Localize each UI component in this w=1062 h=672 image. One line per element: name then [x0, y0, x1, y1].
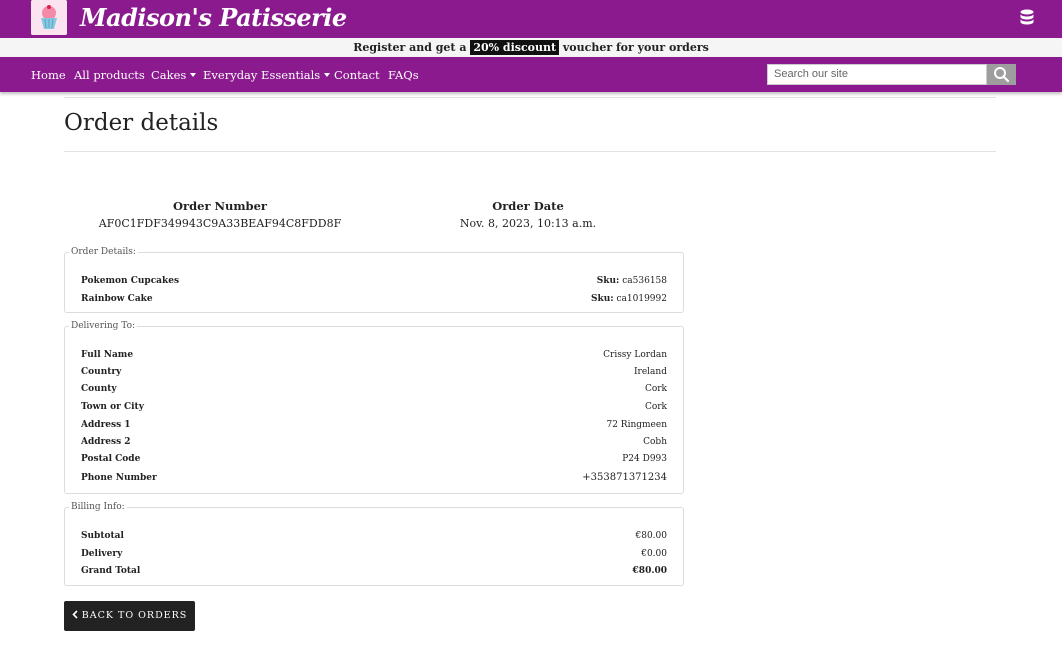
delivery-label: Phone Number	[81, 473, 157, 483]
promo-banner: Register and get a 20% discount voucher …	[0, 38, 1062, 57]
delivery-value: Ireland	[634, 367, 667, 377]
sku-value: ca1019992	[616, 294, 668, 304]
order-details-legend: Order Details:	[71, 247, 136, 257]
delivery-row: Phone Number +353871371234	[81, 472, 667, 484]
order-item-row: Pokemon Cupcakes Sku: ca536158	[81, 275, 667, 287]
nav-everyday-essentials-dropdown[interactable]: Everyday Essentials	[203, 68, 330, 82]
billing-row: Grand Total €80.00	[81, 565, 667, 577]
delivery-value: +353871371234	[582, 472, 667, 483]
delivery-label: Full Name	[81, 350, 134, 360]
nav-cakes-label: Cakes	[151, 68, 187, 82]
order-number-value: AF0C1FDF349943C9A33BEAF94C8FDD8F	[98, 217, 342, 230]
delivery-row: Address 1 72 Ringmeen	[81, 419, 667, 431]
delivery-row: Postal Code P24 D993	[81, 453, 667, 465]
delivery-value: Crissy Lordan	[603, 350, 667, 360]
delivery-row: Full Name Crissy Lordan	[81, 349, 667, 361]
order-item-sku: Sku: ca536158	[597, 275, 667, 287]
delivery-card: Delivering To: Full Name Crissy Lordan Co…	[64, 321, 684, 494]
nav-cakes-dropdown[interactable]: Cakes	[151, 68, 196, 82]
top-bar: Madison's Patisserie	[0, 0, 1062, 38]
nav-all-products[interactable]: All products	[74, 68, 145, 82]
divider	[64, 151, 996, 152]
delivery-label: County	[81, 384, 117, 394]
delivery-label: Country	[81, 367, 122, 377]
delivery-row: County Cork	[81, 383, 667, 395]
database-icon[interactable]	[1019, 9, 1035, 27]
promo-discount-highlight: 20% discount	[470, 40, 560, 55]
order-item-name: Pokemon Cupcakes	[81, 276, 180, 286]
delivery-value: Cork	[644, 384, 667, 394]
promo-text-after: voucher for your orders	[559, 41, 709, 54]
chevron-left-icon	[72, 610, 82, 621]
billing-legend: Billing Info:	[71, 502, 125, 512]
delivery-value: P24 D993	[622, 454, 667, 464]
billing-value: €80.00	[635, 531, 668, 541]
cupcake-icon[interactable]	[31, 0, 67, 35]
promo-text-before: Register and get a	[353, 41, 471, 54]
search-input[interactable]: Search our site	[767, 64, 987, 85]
sku-label: Sku:	[596, 276, 620, 286]
billing-label: Grand Total	[81, 566, 141, 576]
page-title: Order details	[64, 110, 219, 136]
delivery-legend: Delivering To:	[71, 321, 136, 331]
delivery-label: Address 1	[81, 420, 131, 430]
nav-contact[interactable]: Contact	[334, 68, 380, 82]
delivery-row: Country Ireland	[81, 366, 667, 378]
nav-faqs[interactable]: FAQs	[388, 68, 419, 82]
search-button[interactable]	[987, 64, 1016, 85]
order-date-value: Nov. 8, 2023, 10:13 a.m.	[459, 217, 597, 230]
delivery-value: 72 Ringmeen	[606, 420, 667, 430]
delivery-value: Cork	[644, 402, 667, 412]
divider	[64, 97, 996, 98]
sku-value: ca536158	[622, 276, 667, 286]
delivery-label: Town or City	[81, 402, 144, 412]
nav-home[interactable]: Home	[31, 68, 66, 82]
billing-card: Billing Info: Subtotal €80.00 Delivery €0.…	[64, 502, 684, 586]
delivery-label: Postal Code	[81, 454, 141, 464]
order-item-row: Rainbow Cake Sku: ca1019992	[81, 293, 667, 305]
order-details-card: Order Details: Pokemon Cupcakes Sku: ca5…	[64, 247, 684, 313]
delivery-row: Town or City Cork	[81, 401, 667, 413]
order-date-label: Order Date	[492, 199, 564, 213]
billing-label: Subtotal	[81, 531, 124, 541]
back-to-orders-button[interactable]: BACK TO ORDERS	[64, 601, 195, 631]
delivery-value: Cobh	[643, 437, 667, 447]
billing-row: Delivery €0.00	[81, 548, 667, 560]
brand-name[interactable]: Madison's Patisserie	[80, 3, 347, 32]
delivery-row: Address 2 Cobh	[81, 436, 667, 448]
billing-row: Subtotal €80.00	[81, 530, 667, 542]
back-to-orders-label: BACK TO ORDERS	[81, 610, 188, 621]
order-number-label: Order Number	[173, 199, 267, 213]
billing-label: Delivery	[81, 549, 123, 559]
search-icon	[994, 67, 1010, 83]
order-item-sku: Sku: ca1019992	[591, 293, 667, 305]
billing-value: €80.00	[632, 566, 667, 576]
order-item-name: Rainbow Cake	[81, 294, 153, 304]
delivery-label: Address 2	[81, 437, 131, 447]
sku-label: Sku:	[591, 294, 614, 304]
billing-value: €0.00	[641, 549, 667, 559]
nav-everyday-essentials-label: Everyday Essentials	[203, 68, 321, 82]
